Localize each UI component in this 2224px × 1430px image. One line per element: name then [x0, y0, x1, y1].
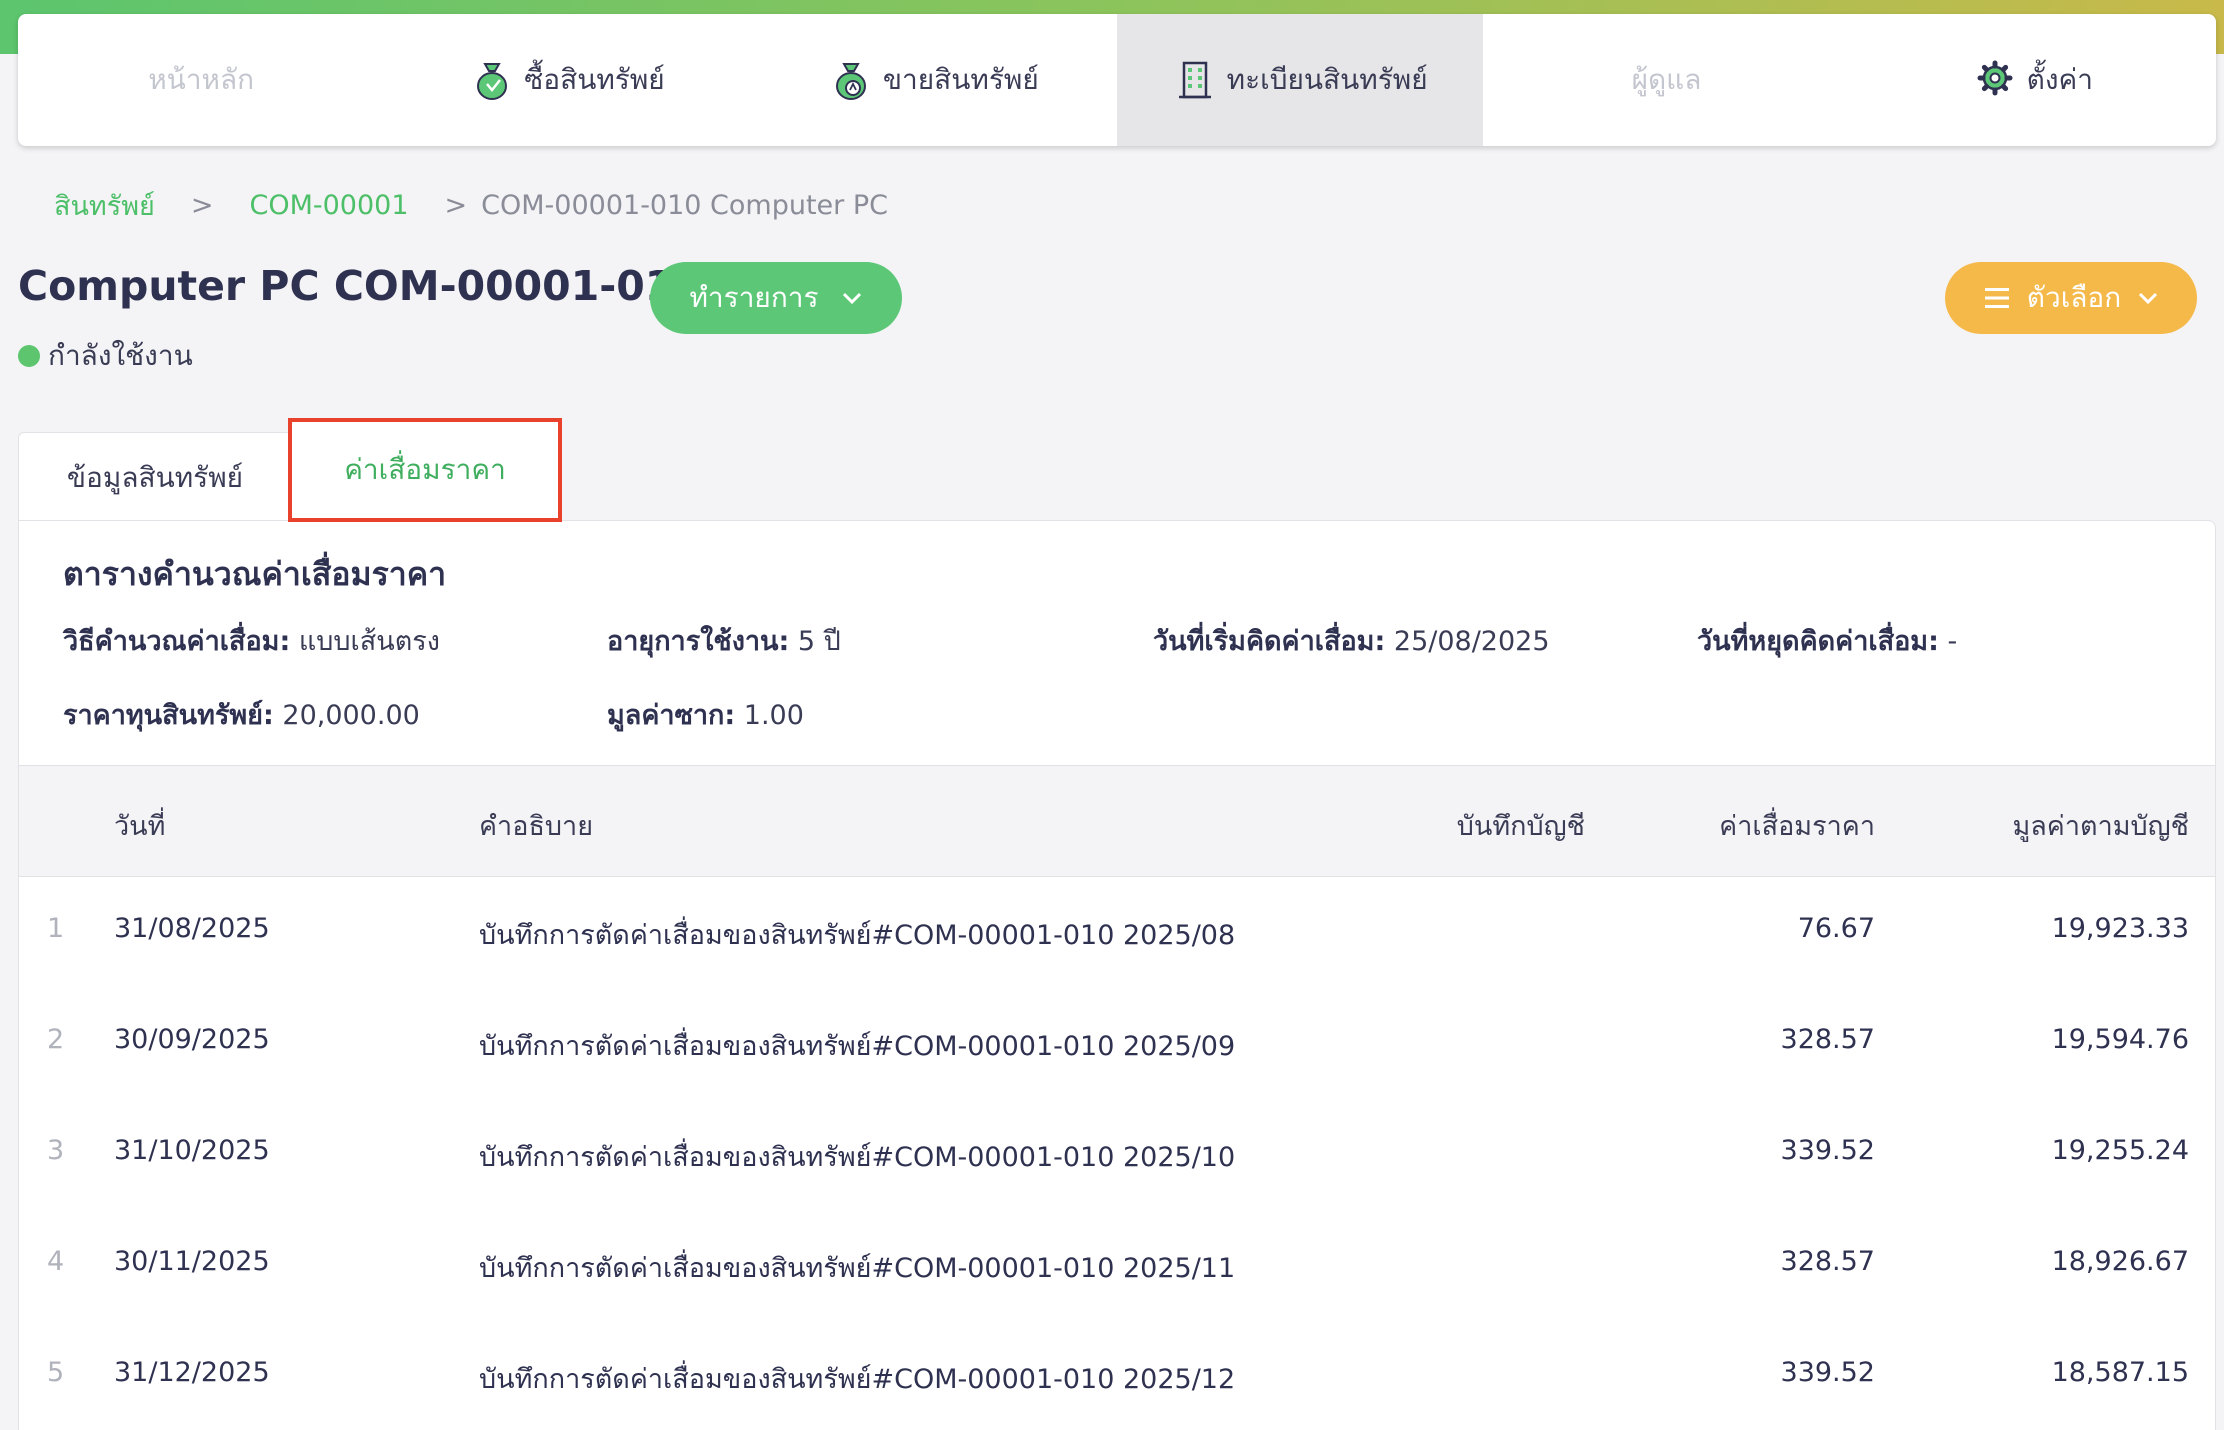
table-row[interactable]: 1 31/08/2025 บันทึกการตัดค่าเสื่อมของสิน… — [19, 877, 2215, 988]
row-depreciation: 328.57 — [1780, 1024, 1875, 1055]
nav-item-label: ตั้งค่า — [2026, 63, 2093, 96]
row-depreciation: 339.52 — [1780, 1135, 1875, 1166]
row-depreciation: 339.52 — [1780, 1357, 1875, 1388]
row-depreciation: 328.57 — [1780, 1246, 1875, 1277]
info-label: อายุการใช้งาน: — [607, 626, 790, 657]
main-nav: หน้าหลัก ซื้อสินทรัพย์ ขายสินทรัพย์ ทะเบ… — [18, 14, 2216, 146]
breadcrumb-assets[interactable]: สินทรัพย์ — [54, 184, 155, 227]
table-header: วันที่ คำอธิบาย บันทึกบัญชี ค่าเสื่อมราค… — [19, 765, 2215, 877]
row-date: 31/08/2025 — [114, 913, 270, 944]
row-index: 5 — [47, 1357, 65, 1388]
tab-label: ค่าเสื่อมราคา — [344, 453, 506, 486]
info-salvage: มูลค่าซาก: 1.00 — [607, 693, 804, 736]
row-date: 31/10/2025 — [114, 1135, 270, 1166]
depreciation-panel: ตารางคำนวณค่าเสื่อมราคา วิธีคำนวณค่าเสื่… — [18, 520, 2216, 1430]
info-value: 1.00 — [743, 700, 804, 731]
breadcrumb-separator: > — [190, 190, 214, 221]
table-row[interactable]: 4 30/11/2025 บันทึกการตัดค่าเสื่อมของสิน… — [19, 1210, 2215, 1321]
nav-item-sell-asset[interactable]: ขายสินทรัพย์ — [751, 14, 1117, 146]
building-icon — [1178, 61, 1211, 99]
table-row[interactable]: 2 30/09/2025 บันทึกการตัดค่าเสื่อมของสิน… — [19, 988, 2215, 1099]
info-start-date: วันที่เริ่มคิดค่าเสื่อม: 25/08/2025 — [1153, 619, 1550, 662]
action-button-label: ทำรายการ — [689, 281, 819, 314]
money-bag-icon — [835, 63, 866, 100]
column-header-book-value: มูลค่าตามบัญชี — [2012, 811, 2189, 842]
options-dropdown-button[interactable]: ตัวเลือก — [1945, 262, 2197, 334]
info-label: มูลค่าซาก: — [607, 700, 736, 731]
info-value: - — [1947, 626, 1958, 657]
row-book-value: 19,594.76 — [2051, 1024, 2189, 1055]
row-description: บันทึกการตัดค่าเสื่อมของสินทรัพย์#COM-00… — [479, 1031, 1236, 1062]
row-description: บันทึกการตัดค่าเสื่อมของสินทรัพย์#COM-00… — [479, 1142, 1236, 1173]
nav-item-label: ซื้อสินทรัพย์ — [524, 63, 665, 96]
row-date: 30/09/2025 — [114, 1024, 270, 1055]
breadcrumb-parent[interactable]: COM-00001 — [249, 190, 408, 221]
table-row[interactable]: 5 31/12/2025 บันทึกการตัดค่าเสื่อมของสิน… — [19, 1321, 2215, 1430]
breadcrumb-separator: > — [444, 190, 468, 221]
info-label: วันที่หยุดคิดค่าเสื่อม: — [1697, 626, 1939, 657]
tab-depreciation[interactable]: ค่าเสื่อมราคา — [288, 418, 562, 522]
options-button-label: ตัวเลือก — [2026, 281, 2122, 314]
nav-item-label: ขายสินทรัพย์ — [882, 63, 1039, 96]
row-description: บันทึกการตัดค่าเสื่อมของสินทรัพย์#COM-00… — [479, 1364, 1236, 1395]
page-title: Computer PC COM-00001-010 — [18, 262, 702, 310]
menu-icon — [1984, 288, 2009, 308]
column-header-description: คำอธิบาย — [479, 811, 594, 842]
info-value: แบบเส้นตรง — [298, 626, 440, 657]
info-value: 5 ปี — [797, 626, 841, 657]
row-index: 4 — [47, 1246, 65, 1277]
column-header-depreciation: ค่าเสื่อมราคา — [1719, 811, 1875, 842]
row-date: 31/12/2025 — [114, 1357, 270, 1388]
info-value: 20,000.00 — [282, 700, 420, 731]
info-cost: ราคาทุนสินทรัพย์: 20,000.00 — [63, 693, 420, 736]
row-book-value: 19,923.33 — [2051, 913, 2189, 944]
row-index: 3 — [47, 1135, 65, 1166]
nav-item-buy-asset[interactable]: ซื้อสินทรัพย์ — [384, 14, 750, 146]
row-book-value: 18,926.67 — [2051, 1246, 2189, 1277]
row-book-value: 19,255.24 — [2051, 1135, 2189, 1166]
info-value: 25/08/2025 — [1393, 626, 1550, 657]
money-bag-icon — [477, 63, 508, 100]
status-badge: กำลังใช้งาน — [18, 334, 193, 378]
info-useful-life: อายุการใช้งาน: 5 ปี — [607, 619, 841, 662]
row-depreciation: 76.67 — [1797, 913, 1875, 944]
row-date: 30/11/2025 — [114, 1246, 270, 1277]
nav-item-label: ผู้ดูแล — [1631, 63, 1702, 96]
row-description: บันทึกการตัดค่าเสื่อมของสินทรัพย์#COM-00… — [479, 1253, 1236, 1284]
status-dot-icon — [18, 345, 40, 367]
breadcrumb: สินทรัพย์ > COM-00001 > COM-00001-010 Co… — [54, 184, 888, 227]
column-header-date: วันที่ — [114, 811, 166, 842]
row-index: 2 — [47, 1024, 65, 1055]
action-dropdown-button[interactable]: ทำรายการ — [650, 262, 902, 334]
nav-item-asset-register[interactable]: ทะเบียนสินทรัพย์ — [1116, 14, 1484, 146]
nav-item-custodian[interactable]: ผู้ดูแล — [1483, 14, 1849, 146]
row-description: บันทึกการตัดค่าเสื่อมของสินทรัพย์#COM-00… — [479, 920, 1236, 951]
status-label: กำลังใช้งาน — [48, 339, 193, 372]
row-book-value: 18,587.15 — [2051, 1357, 2189, 1388]
column-header-journal: บันทึกบัญชี — [1456, 811, 1585, 842]
info-stop-date: วันที่หยุดคิดค่าเสื่อม: - — [1697, 619, 1957, 662]
chevron-down-icon — [842, 292, 861, 305]
table-row[interactable]: 3 31/10/2025 บันทึกการตัดค่าเสื่อมของสิน… — [19, 1099, 2215, 1210]
gear-icon — [1977, 60, 2013, 96]
info-label: วันที่เริ่มคิดค่าเสื่อม: — [1153, 626, 1386, 657]
tab-label: ข้อมูลสินทรัพย์ — [66, 460, 244, 494]
tab-asset-info[interactable]: ข้อมูลสินทรัพย์ — [18, 432, 292, 522]
section-title: ตารางคำนวณค่าเสื่อมราคา — [63, 555, 447, 593]
chevron-down-icon — [2139, 292, 2158, 305]
info-label: ราคาทุนสินทรัพย์: — [63, 700, 274, 731]
nav-item-label: ทะเบียนสินทรัพย์ — [1226, 63, 1428, 96]
row-index: 1 — [47, 913, 65, 944]
nav-item-home[interactable]: หน้าหลัก — [18, 14, 384, 146]
breadcrumb-current: COM-00001-010 Computer PC — [481, 190, 888, 221]
nav-item-settings[interactable]: ตั้งค่า — [1850, 14, 2216, 146]
info-method: วิธีคำนวณค่าเสื่อม: แบบเส้นตรง — [63, 619, 440, 662]
info-label: วิธีคำนวณค่าเสื่อม: — [63, 626, 291, 657]
nav-item-label: หน้าหลัก — [148, 63, 255, 96]
